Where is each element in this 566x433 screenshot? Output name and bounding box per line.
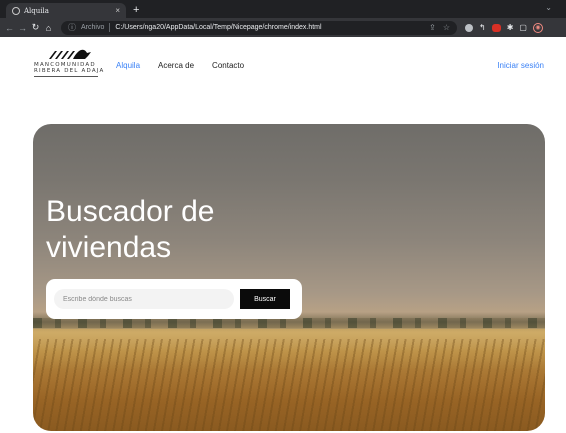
back-icon[interactable]: ← xyxy=(3,23,16,33)
browser-toolbar: ← → ↻ ⌂ ⓘ Archivo C:/Users/nga20/AppData… xyxy=(0,18,566,37)
divider xyxy=(109,23,111,32)
address-bar[interactable]: ⓘ Archivo C:/Users/nga20/AppData/Local/T… xyxy=(61,20,457,35)
url-text[interactable]: C:/Users/nga20/AppData/Local/Temp/Nicepa… xyxy=(115,24,321,31)
close-tab-icon[interactable]: × xyxy=(115,6,120,15)
hero-title-line2: viviendas xyxy=(46,231,172,264)
extensions-puzzle-icon[interactable]: ✱ xyxy=(507,23,514,32)
reload-icon[interactable]: ↻ xyxy=(29,22,42,33)
side-panel-icon[interactable]: ▢ xyxy=(519,23,527,32)
logo-waves-icon xyxy=(49,49,91,59)
info-icon[interactable]: ⓘ xyxy=(68,22,76,33)
search-input[interactable] xyxy=(54,289,234,309)
globe-icon xyxy=(12,6,20,15)
extension-red-icon[interactable] xyxy=(491,23,501,32)
profile-avatar-icon[interactable]: ◉ xyxy=(532,22,543,33)
bookmark-star-icon[interactable]: ☆ xyxy=(443,23,450,32)
browser-tab[interactable]: Alquila × xyxy=(6,3,126,18)
extension-arrow-icon[interactable]: ↰ xyxy=(479,23,486,32)
hero-treeline xyxy=(33,318,545,328)
logo-text-line2: RIBERA DEL ADAJA xyxy=(34,68,105,74)
logo[interactable]: MANCOMUNIDAD RIBERA DEL ADAJA xyxy=(34,48,104,82)
hero-banner: Buscador de viviendas Buscar xyxy=(33,124,545,431)
hero-title: Buscador de viviendas xyxy=(46,194,306,266)
nav-item-contacto[interactable]: Contacto xyxy=(212,61,244,70)
new-tab-button[interactable]: + xyxy=(133,3,139,18)
main-nav: Alquila Acerca de Contacto xyxy=(116,61,262,70)
hero-field-furrows xyxy=(33,339,545,431)
search-box: Buscar xyxy=(46,279,302,319)
scheme-label: Archivo xyxy=(81,24,105,31)
nav-item-acerca-de[interactable]: Acerca de xyxy=(158,61,194,70)
home-icon[interactable]: ⌂ xyxy=(42,23,55,33)
browser-tab-bar: Alquila × + ⌄ xyxy=(0,0,566,18)
site-header: MANCOMUNIDAD RIBERA DEL ADAJA Alquila Ac… xyxy=(0,37,566,87)
search-button[interactable]: Buscar xyxy=(240,289,290,309)
tab-title: Alquila xyxy=(24,6,49,15)
logo-underline xyxy=(34,76,98,77)
tab-search-icon[interactable]: ⌄ xyxy=(545,3,552,12)
nav-item-alquila[interactable]: Alquila xyxy=(116,61,140,70)
forward-icon[interactable]: → xyxy=(16,23,29,33)
login-link[interactable]: Iniciar sesión xyxy=(497,61,544,70)
share-icon[interactable]: ⇪ xyxy=(429,23,436,32)
hero-title-line1: Buscador de xyxy=(46,195,215,228)
extension-icon[interactable] xyxy=(465,23,473,32)
